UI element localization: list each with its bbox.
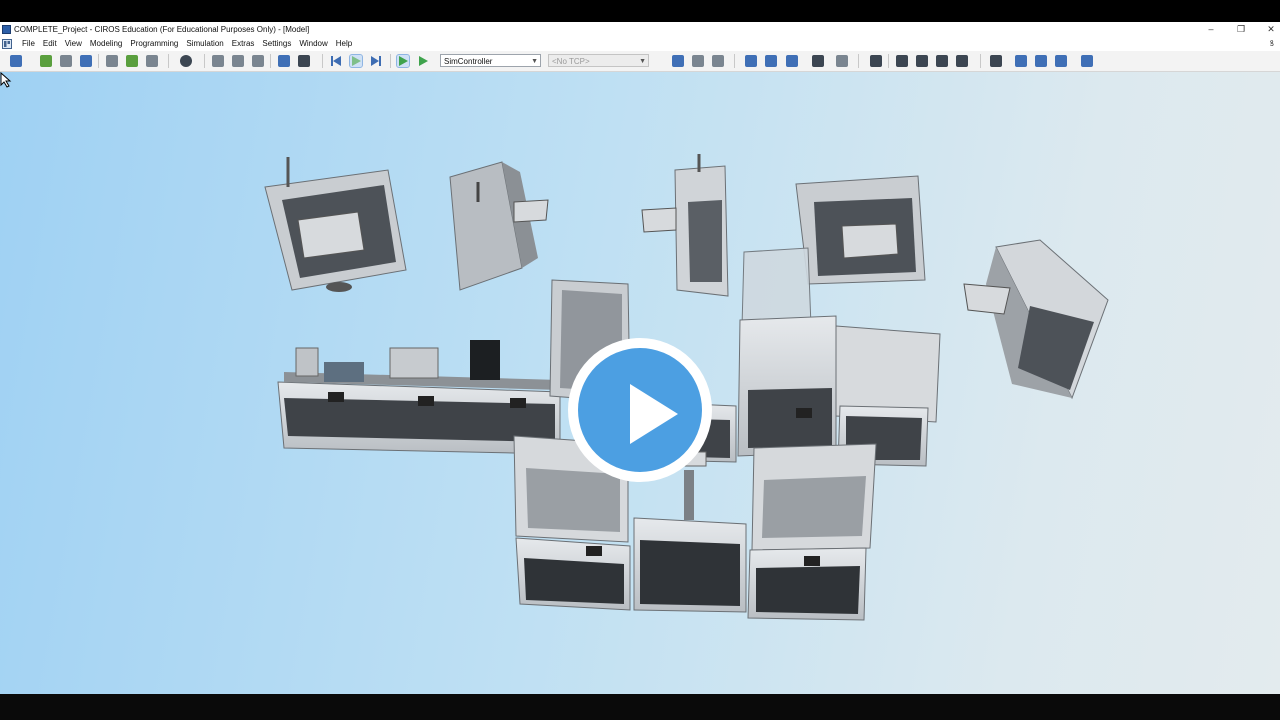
cut-icon[interactable] <box>106 55 118 67</box>
frame-icon[interactable] <box>252 55 264 67</box>
list-icon[interactable] <box>1015 55 1027 67</box>
controller-select-value: SimController <box>444 57 493 66</box>
globe-icon[interactable] <box>180 55 192 67</box>
ciros-app-icon <box>2 25 11 34</box>
bug-settings-icon[interactable] <box>916 55 928 67</box>
robot-icon[interactable] <box>745 55 757 67</box>
toolbar-separator <box>322 54 323 68</box>
menu-settings[interactable]: Settings <box>258 37 295 51</box>
toolbar-separator <box>390 54 391 68</box>
list-check-icon[interactable] <box>1055 55 1067 67</box>
conveyor-icon[interactable] <box>692 55 704 67</box>
model-document-icon[interactable] <box>2 39 12 49</box>
menu-window[interactable]: Window <box>295 37 331 51</box>
play-button-circle <box>578 348 702 472</box>
storage-station-3[interactable] <box>641 154 729 297</box>
menu-edit[interactable]: Edit <box>39 37 61 51</box>
bug-icon[interactable] <box>896 55 908 67</box>
video-letterbox-bottom <box>0 694 1280 720</box>
menu-help[interactable]: Help <box>332 37 356 51</box>
open-folder-icon[interactable] <box>40 55 52 67</box>
3d-model-viewport[interactable] <box>0 72 1280 694</box>
io-icon[interactable] <box>836 55 848 67</box>
run-step-icon[interactable] <box>417 55 429 67</box>
paste-icon[interactable] <box>146 55 158 67</box>
controller-select[interactable]: SimController ▼ <box>440 54 541 67</box>
new-file-icon[interactable] <box>10 55 22 67</box>
storage-station-4[interactable] <box>795 175 926 285</box>
robot-link-icon[interactable] <box>298 55 310 67</box>
watermark-text: CLOVA Dubbing <box>1078 30 1239 52</box>
copy-icon[interactable] <box>126 55 138 67</box>
video-letterbox-top <box>0 0 1280 22</box>
menu-view[interactable]: View <box>61 37 86 51</box>
play-icon <box>630 384 678 444</box>
sensor-icon[interactable] <box>812 55 824 67</box>
toolbar-separator <box>168 54 169 68</box>
chevron-down-icon: ▼ <box>531 58 538 65</box>
storage-station-5[interactable] <box>963 239 1109 400</box>
run-program-icon[interactable] <box>396 54 410 68</box>
storage-station-2[interactable] <box>449 161 549 291</box>
window-title: COMPLETE_Project - CIROS Education (For … <box>14 25 310 34</box>
toolbar-separator <box>858 54 859 68</box>
text-format-icon[interactable] <box>1081 55 1093 67</box>
chevron-down-icon: ▼ <box>639 58 646 65</box>
toolbar-separator <box>980 54 981 68</box>
station-icon[interactable] <box>672 55 684 67</box>
toolbar-separator <box>734 54 735 68</box>
axis-rotate-icon[interactable] <box>232 55 244 67</box>
toolbar-separator <box>888 54 889 68</box>
save-icon[interactable] <box>60 55 72 67</box>
step-forward-icon[interactable] <box>370 55 382 67</box>
menu-simulation[interactable]: Simulation <box>182 37 227 51</box>
storage-icon[interactable] <box>712 55 724 67</box>
main-toolbar: SimController ▼ <No TCP> ▼ <box>0 51 1280 72</box>
tcp-select-value: <No TCP> <box>552 57 590 66</box>
toolbar-separator <box>98 54 99 68</box>
menu-extras[interactable]: Extras <box>228 37 259 51</box>
toolbar-separator <box>270 54 271 68</box>
video-play-button[interactable] <box>568 338 712 482</box>
list-edit-icon[interactable] <box>1035 55 1047 67</box>
close-button[interactable]: ✕ <box>1259 22 1280 37</box>
toolbar-separator <box>204 54 205 68</box>
run-simulation-icon[interactable] <box>349 54 363 68</box>
pen-icon[interactable] <box>936 55 948 67</box>
menu-modeling[interactable]: Modeling <box>86 37 126 51</box>
ciros-application-window: COMPLETE_Project - CIROS Education (For … <box>0 22 1280 694</box>
save-all-icon[interactable] <box>80 55 92 67</box>
menu-file[interactable]: File <box>18 37 39 51</box>
menu-items: File Edit View Modeling Programming Simu… <box>18 37 356 51</box>
mouse-cursor-icon <box>0 72 12 88</box>
grid-icon[interactable] <box>990 55 1002 67</box>
user-icon[interactable] <box>870 55 882 67</box>
tcp-select[interactable]: <No TCP> ▼ <box>548 54 649 67</box>
magazine-station-right[interactable] <box>747 443 877 621</box>
storage-station-1[interactable] <box>264 157 407 292</box>
teach-icon[interactable] <box>278 55 290 67</box>
axis-icon[interactable] <box>212 55 224 67</box>
reset-simulation-icon[interactable] <box>330 55 342 67</box>
lock-icon[interactable] <box>956 55 968 67</box>
robot-arm-icon[interactable] <box>765 55 777 67</box>
menu-programming[interactable]: Programming <box>126 37 182 51</box>
gripper-icon[interactable] <box>786 55 798 67</box>
mdi-restore-button[interactable]: ꝸ <box>1270 38 1274 50</box>
